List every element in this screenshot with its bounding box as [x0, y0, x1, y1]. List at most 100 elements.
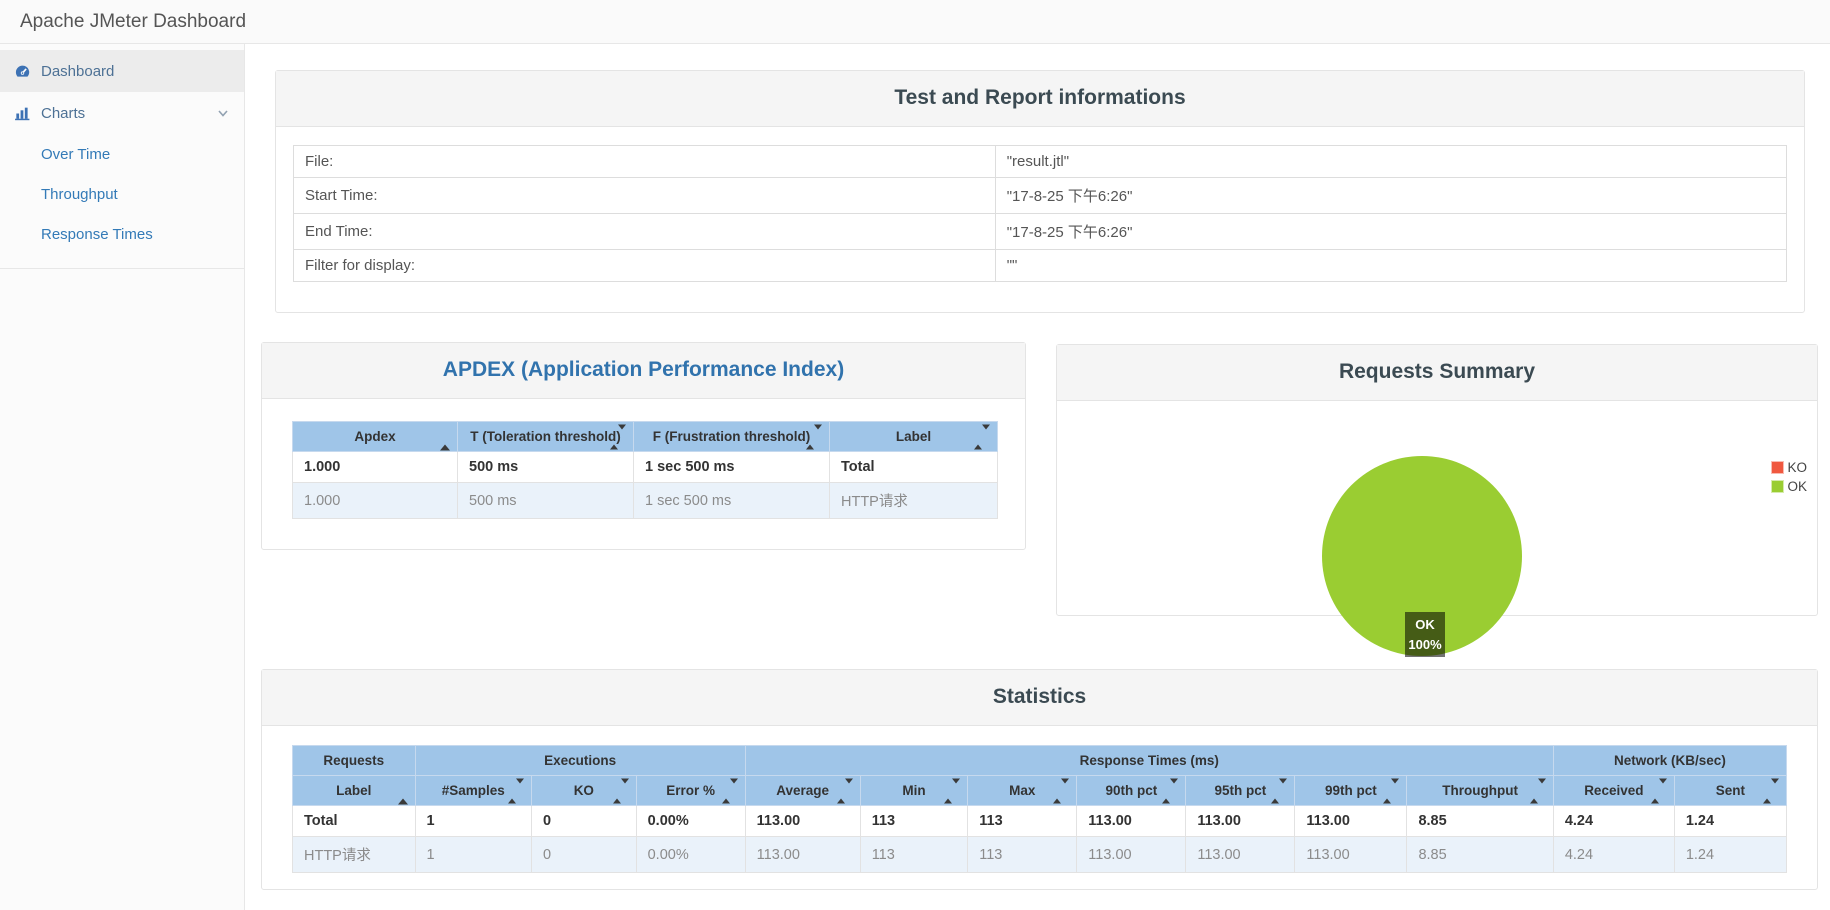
table-row: File: "result.jtl"	[293, 145, 1787, 178]
sort-icon	[1529, 778, 1546, 803]
cell: 113	[967, 836, 1078, 873]
group-response-times: Response Times (ms)	[744, 745, 1554, 776]
stats-col-error[interactable]: Error %	[635, 775, 746, 806]
bar-chart-icon	[14, 105, 41, 122]
table-row: End Time: "17-8-25 下午6:26"	[293, 213, 1787, 250]
cell: 113.00	[744, 805, 861, 837]
sort-icon	[836, 778, 853, 803]
cell: 0.00%	[635, 805, 746, 837]
column-label: Label	[895, 429, 932, 444]
stats-col-99pct[interactable]: 99th pct	[1294, 775, 1408, 806]
legend-item-ok[interactable]: OK	[1771, 479, 1807, 494]
sort-icon	[806, 424, 822, 449]
cell: 113	[859, 805, 969, 837]
panel-heading: Test and Report informations	[276, 71, 1804, 127]
sidebar-item-charts[interactable]: Charts	[0, 92, 244, 134]
apdex-col-label[interactable]: Label	[829, 421, 998, 452]
info-value: ""	[995, 249, 1787, 282]
cell: 113	[859, 836, 969, 873]
cell: 113.00	[1076, 805, 1187, 837]
table-row: 1.000 500 ms 1 sec 500 ms HTTP请求	[292, 482, 998, 519]
stats-col-throughput[interactable]: Throughput	[1406, 775, 1554, 806]
sidebar-item-response-times[interactable]: Response Times	[0, 214, 244, 254]
ok-swatch-icon	[1771, 480, 1785, 493]
column-label: Average	[776, 783, 830, 798]
sort-icon	[1162, 778, 1179, 803]
table-row: Start Time: "17-8-25 下午6:26"	[293, 177, 1787, 214]
main-content: Test and Report informations File: "resu…	[245, 44, 1830, 910]
column-label: Min	[902, 783, 926, 798]
sort-icon	[944, 778, 961, 803]
stats-col-received[interactable]: Received	[1552, 775, 1675, 806]
stats-col-95pct[interactable]: 95th pct	[1185, 775, 1296, 806]
group-requests: Requests	[292, 745, 416, 776]
sidebar-item-throughput[interactable]: Throughput	[0, 174, 244, 214]
cell: 500 ms	[457, 482, 634, 519]
info-value: "17-8-25 下午6:26"	[995, 177, 1787, 214]
legend-item-ko[interactable]: KO	[1771, 460, 1807, 475]
sidebar-item-dashboard[interactable]: Dashboard	[0, 50, 244, 92]
stats-col-90pct[interactable]: 90th pct	[1076, 775, 1187, 806]
ko-swatch-icon	[1771, 461, 1785, 474]
cell: 113	[967, 805, 1078, 837]
cell: 8.85	[1406, 836, 1554, 873]
cell: 0.00%	[635, 836, 746, 873]
panel-title: Statistics	[992, 685, 1087, 708]
cell: 1 sec 500 ms	[633, 451, 830, 483]
cell: 113.00	[1294, 836, 1408, 873]
apdex-col-toleration[interactable]: T (Toleration threshold)	[457, 421, 634, 452]
apdex-panel: APDEX (Application Performance Index) Ap…	[261, 342, 1026, 550]
cell: 1	[414, 836, 533, 873]
cell: 1.000	[292, 482, 458, 519]
cell: HTTP请求	[829, 482, 998, 519]
slice-label-name: OK	[1415, 617, 1435, 632]
cell: 113.00	[744, 836, 861, 873]
sort-icon	[1763, 778, 1779, 803]
table-header-row: Label #Samples KO Error % Average Min Ma…	[292, 775, 1788, 806]
cell: 113.00	[1185, 805, 1296, 837]
table-row: 1.000 500 ms 1 sec 500 ms Total	[292, 451, 998, 483]
panel-heading: Requests Summary	[1057, 345, 1817, 401]
sidebar-item-over-time[interactable]: Over Time	[0, 134, 244, 174]
sidebar-item-label: Charts	[41, 104, 86, 122]
info-value: "result.jtl"	[995, 145, 1787, 178]
column-label: #Samples	[441, 783, 505, 798]
cell: HTTP请求	[292, 836, 416, 873]
column-label: F (Frustration threshold)	[652, 429, 811, 444]
apdex-col-frustration[interactable]: F (Frustration threshold)	[633, 421, 830, 452]
stats-col-label[interactable]: Label	[292, 775, 416, 806]
sort-icon	[1650, 778, 1667, 803]
stats-col-max[interactable]: Max	[967, 775, 1078, 806]
cell: 113.00	[1185, 836, 1296, 873]
column-label: Max	[1009, 783, 1036, 798]
sort-icon	[1053, 778, 1070, 803]
cell: Total	[829, 451, 998, 483]
legend-label: OK	[1787, 479, 1807, 494]
top-navbar: Apache JMeter Dashboard	[0, 0, 1830, 44]
app-title: Apache JMeter Dashboard	[20, 10, 247, 32]
stats-col-average[interactable]: Average	[744, 775, 861, 806]
cell: Total	[292, 805, 416, 837]
sidebar-subitem-label: Response Times	[41, 225, 153, 243]
slice-label-percent: 100%	[1408, 636, 1442, 652]
stats-col-sent[interactable]: Sent	[1673, 775, 1788, 806]
column-label: Error %	[666, 783, 716, 798]
cell: 4.24	[1552, 836, 1675, 873]
stats-col-samples[interactable]: #Samples	[414, 775, 533, 806]
sort-icon	[508, 778, 525, 803]
sort-icon	[974, 424, 990, 449]
legend-label: KO	[1787, 460, 1807, 475]
requests-summary-panel: Requests Summary OK 100% KO OK	[1056, 344, 1818, 657]
stats-col-min[interactable]: Min	[859, 775, 969, 806]
cell: 113.00	[1076, 836, 1187, 873]
sidebar-subitem-label: Over Time	[41, 145, 111, 163]
cell: 1.000	[292, 451, 458, 483]
table-row: Filter for display: ""	[293, 249, 1787, 282]
sort-icon	[612, 778, 629, 803]
sort-icon	[610, 424, 626, 449]
sidebar-item-label: Dashboard	[41, 62, 115, 80]
apdex-col-apdex[interactable]: Apdex	[292, 421, 458, 452]
stats-col-ko[interactable]: KO	[531, 775, 637, 806]
table-row: HTTP请求 1 0 0.00% 113.00 113 113 113.00 1…	[292, 836, 1788, 873]
chevron-down-icon	[216, 106, 230, 120]
